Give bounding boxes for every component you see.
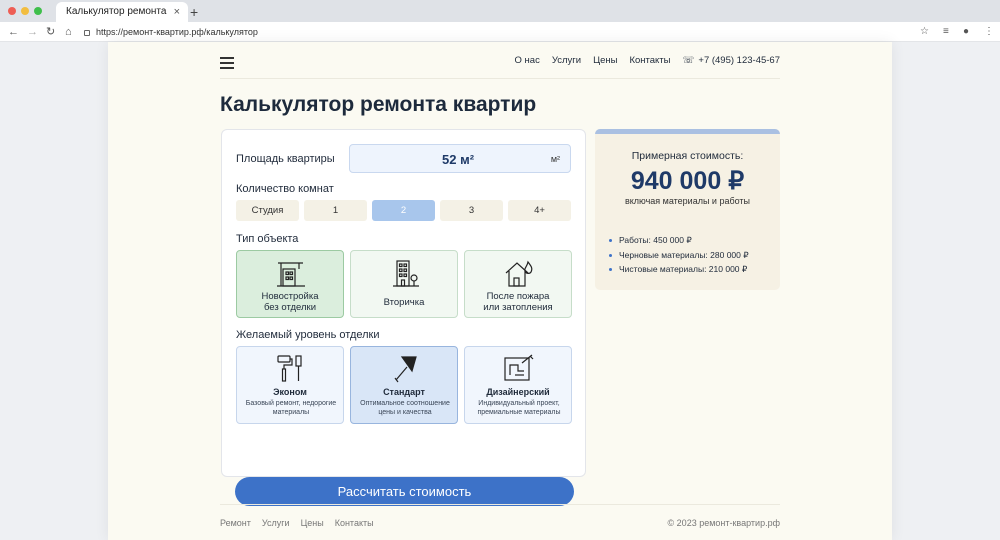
house-fire-icon [505,260,533,287]
calculator-panel: Площадь квартиры 52 м² м² Количество ком… [221,129,586,506]
type-card-after-fire[interactable]: После пожара или затопления [464,250,572,318]
rooms-selector: Студия 1 2 3 4+ [236,200,571,221]
result-caption: Примерная стоимость: [631,150,744,162]
finish-card-designer[interactable]: Дизайнерский Индивидуальный проект, прем… [464,346,572,424]
finish-card-desc: Оптимальное соотношение цены и качества [360,400,450,416]
reading-list-icon[interactable]: ≡ [943,24,949,40]
footer-link-repair[interactable]: Ремонт [220,518,251,528]
finish-card-standard[interactable]: Стандарт Оптимальное соотношение цены и … [350,346,458,424]
finish-card-title: Стандарт [383,387,425,397]
header-divider [220,78,780,79]
calculate-button[interactable]: Рассчитать стоимость [235,477,574,506]
phone-number: +7 (495) 123-45-67 [698,55,780,66]
nav-services[interactable]: Услуги [552,54,581,68]
hamburger-menu-icon[interactable] [220,57,234,69]
lock-icon [84,29,90,36]
tab-close-icon[interactable]: × [174,2,180,22]
close-window-dot[interactable] [8,7,16,15]
result-panel: Примерная стоимость: 940 000 ₽ включая м… [595,129,780,290]
back-icon[interactable]: ← [8,24,19,40]
footer-copyright: © 2023 ремонт-квартир.рф [667,518,780,528]
building-crane-icon [277,262,305,287]
result-breakdown: Работы: 450 000 ₽ Черновые материалы: 28… [609,235,749,279]
area-value: 52 м² [442,152,475,167]
finish-card-desc: Базовый ремонт, недорогие материалы [245,400,337,416]
finish-level-cards: Эконом Базовый ремонт, недорогие материа… [236,346,572,424]
more-menu-icon[interactable]: ⋮ [984,24,994,40]
result-accent-bar [595,129,780,134]
finish-card-economy[interactable]: Эконом Базовый ремонт, недорогие материа… [236,346,344,424]
phone-icon: ☏ [682,55,695,66]
top-nav: О нас Услуги Цены Контакты ☏ +7 (495) 123… [515,54,780,68]
type-card-secondary[interactable]: Вторичка [350,250,458,318]
result-note: включая материалы и работы [624,196,751,206]
paint-roller-icon [277,355,302,382]
profile-icon[interactable]: ● [963,24,969,40]
page-title: Калькулятор ремонта квартир [220,93,537,116]
nav-prices[interactable]: Цены [593,54,617,68]
home-icon[interactable]: ⌂ [65,24,72,40]
footer-divider [220,504,780,505]
forward-icon[interactable]: → [27,24,38,40]
address-bar[interactable]: https://ремонт-квартир.рф/калькулятор [84,25,914,39]
reload-icon[interactable]: ↻ [46,24,55,40]
trowel-icon [394,356,417,383]
breakdown-finish-materials: Чистовые материалы: 210 000 ₽ [609,264,749,279]
footer-links: Ремонт Услуги Цены Контакты [220,518,374,528]
url-text: https://ремонт-квартир.рф/калькулятор [96,27,258,37]
browser-tab[interactable]: Калькулятор ремонта квартир × [56,2,188,37]
finish-card-title: Эконом [273,387,307,397]
room-option-1[interactable]: 1 [304,200,367,221]
breakdown-rough-materials: Черновые материалы: 280 000 ₽ [609,250,749,265]
page: О нас Услуги Цены Контакты ☏ +7 (495) 123… [108,42,892,540]
browser-tab-bar: Калькулятор ремонта квартир × + [0,0,1000,37]
finish-card-desc: Индивидуальный проект, премиальные матер… [477,400,561,416]
footer-link-services[interactable]: Услуги [262,518,290,528]
area-label: Площадь квартиры [236,153,335,165]
type-card-label: Вторичка [383,297,425,308]
rooms-label: Количество комнат [236,183,334,195]
result-price: 940 000 ₽ [630,167,745,195]
bookmark-star-icon[interactable]: ☆ [920,24,929,40]
footer-link-prices[interactable]: Цены [301,518,324,528]
type-card-label: Новостройка без отделки [261,291,319,313]
type-card-label: После пожара или затопления [483,291,553,313]
nav-phone[interactable]: ☏ +7 (495) 123-45-67 [683,54,781,68]
minimize-window-dot[interactable] [21,7,29,15]
room-option-2[interactable]: 2 [372,200,435,221]
breakdown-works: Работы: 450 000 ₽ [609,235,749,250]
footer-link-contacts[interactable]: Контакты [335,518,374,528]
type-card-new-building[interactable]: Новостройка без отделки [236,250,344,318]
design-blueprint-icon [504,354,534,381]
nav-contacts[interactable]: Контакты [629,54,670,68]
new-tab-icon[interactable]: + [190,2,198,22]
finish-label: Желаемый уровень отделки [236,329,380,341]
maximize-window-dot[interactable] [34,7,42,15]
room-option-3[interactable]: 3 [440,200,503,221]
finish-card-title: Дизайнерский [486,387,550,397]
area-unit: м² [550,154,560,164]
nav-about[interactable]: О нас [515,54,540,68]
area-input[interactable]: 52 м² м² [349,144,571,173]
browser-toolbar: ← → ↻ ⌂ https://ремонт-квартир.рф/кальку… [0,22,1000,42]
room-option-studio[interactable]: Студия [236,200,299,221]
apartment-building-icon [393,260,419,287]
object-type-cards: Новостройка без отделки Вторичка После по… [236,250,572,318]
room-option-4plus[interactable]: 4+ [508,200,571,221]
type-label: Тип объекта [236,233,299,245]
